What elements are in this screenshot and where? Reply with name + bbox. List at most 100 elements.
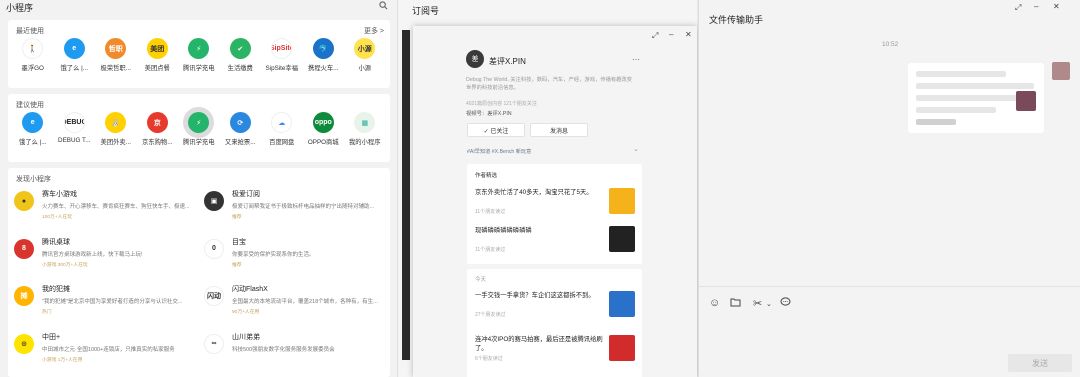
article-item[interactable]: 连冲4次IPO的赛马拍赛，最后还是被腾讯给刷了。 6个朋友读过 xyxy=(467,331,642,375)
app-item[interactable]: DEBUG DEBUG T... xyxy=(54,112,96,160)
app-item[interactable]: ✔ 生活缴费 xyxy=(220,38,262,86)
discover-item-name: 极爱订阅 xyxy=(232,191,260,198)
article-thumbnail xyxy=(609,226,635,252)
app-icon: ☁ xyxy=(271,112,293,133)
today-articles-list: 一手交钱一手拿货？车企们这这都拆不到。 27个朋友读过 连冲4次IPO的赛马拍赛，最… xyxy=(467,287,642,375)
fullscreen-icon[interactable]: ⤢ xyxy=(1015,3,1021,13)
app-label: DEBUG T... xyxy=(58,137,91,144)
article-title: 一手交钱一手拿货？车企们这这都拆不到。 xyxy=(475,292,595,299)
article-item[interactable]: 京东外卖忙活了40多天，淘宝只花了5天。 11个朋友读过 xyxy=(467,184,642,222)
discover-item-desc: 火力赛车、开心漂移车、赛肯疯狂赛车、狗狂快车手、极速... xyxy=(42,204,190,210)
app-item[interactable]: ▦ 我的小程序 xyxy=(344,112,386,160)
discover-item-text: 赛车小游戏 火力赛车、开心漂移车、赛肯疯狂赛车、狗狂快车手、极速... 100万+人… xyxy=(42,188,194,228)
app-item[interactable]: ⟳ 又来抢票... xyxy=(220,112,262,160)
close-icon[interactable]: ✕ xyxy=(1053,2,1060,11)
minimize-icon[interactable]: – xyxy=(1034,2,1038,11)
app-icon: 🚶 xyxy=(22,38,44,59)
app-item[interactable]: 🚶 墨浮GO xyxy=(12,38,54,86)
discover-list: ● 赛车小游戏 火力赛车、开心漂移车、赛肯疯狂赛车、狗狂快车手、极速... 100万+… xyxy=(8,188,390,377)
discover-item-name: 我的犯摊 xyxy=(42,286,70,293)
discover-item-name: 闪动FlashX xyxy=(232,286,268,293)
discover-item-icon: 0 xyxy=(204,238,224,259)
app-label: 携程火车... xyxy=(308,65,339,72)
app-icon: ⚡ xyxy=(188,38,210,59)
discover-item-name: 山川弟弟 xyxy=(232,333,260,341)
app-item[interactable]: 🐰 美团外卖... xyxy=(95,112,137,160)
app-item[interactable]: e 饿了么 |... xyxy=(54,38,96,86)
discover-item[interactable]: 0 目宝 你要享受的保护实现系你的生活。 推荐 xyxy=(198,236,384,276)
discover-title: 发现小程序 xyxy=(16,176,51,183)
discover-item[interactable]: ▣ 极爱订阅 极爱订阅帮我证书于极致标杆电品抽样的宁出随特对辅助... 推荐 xyxy=(198,188,384,228)
discover-item[interactable]: ⊙ 中田+ 中田城市之元·全国1000+连锁店，只推真实的私家服务 小游戏 1万+人在… xyxy=(8,331,194,371)
suggest-section: 建议使用 e 饿了么 |... DEBUG DEBUG T... 🐰 美团外卖... 京京东… xyxy=(8,94,390,162)
avatar[interactable] xyxy=(1052,62,1070,80)
discover-item[interactable]: ∞ 山川弟弟 科技500强朋友数字化服务服务发展委员会 xyxy=(198,331,384,371)
scissors-icon[interactable]: ✂ xyxy=(753,297,762,310)
app-item[interactable]: 哲职极荣哲职... xyxy=(95,38,137,86)
discover-item[interactable]: 摊 我的犯摊 "我的犯摊"是北京中国为享爱好者打造的分享与认识社交... 热门 xyxy=(8,283,194,323)
app-item[interactable]: 🐬 携程火车... xyxy=(303,38,345,86)
app-icon: ✔ xyxy=(229,38,251,59)
search-icon[interactable] xyxy=(377,1,389,13)
app-icon: 哲职 xyxy=(105,38,127,59)
app-item[interactable]: e 饿了么 |... xyxy=(12,112,54,160)
chevron-down-icon[interactable]: ⌄ xyxy=(766,300,772,308)
discover-item[interactable]: ● 赛车小游戏 火力赛车、开心漂移车、赛肯疯狂赛车、狗狂快车手、极速... 100万+… xyxy=(8,188,194,228)
app-icon: 美团 xyxy=(146,38,168,59)
app-label: SipSite幸福 xyxy=(265,65,299,72)
subscription-title: 订阅号 xyxy=(412,6,440,16)
send-button[interactable]: 发送 xyxy=(1008,354,1072,372)
app-icon: 小源 xyxy=(354,38,376,59)
more-link[interactable]: 更多 > xyxy=(364,26,384,36)
app-icon: 🐬 xyxy=(312,38,334,59)
chat-icon[interactable] xyxy=(780,297,791,310)
app-item[interactable]: oppo OPPO商城 xyxy=(303,112,345,160)
video-channel-label: 视频号：差评X.PIN xyxy=(466,111,512,117)
discover-item-text: 腾讯桌球 腾讯官方桌球游戏新上线，快下载马上玩! 小游戏 300万+人在玩 xyxy=(42,236,194,276)
account-tags[interactable]: #AI早知道 #X.Bench 新玩意 xyxy=(467,148,531,155)
app-item[interactable]: 京京东购物... xyxy=(137,112,179,160)
app-label: 腾讯学充电 xyxy=(183,139,215,146)
more-options-icon[interactable]: ··· xyxy=(632,55,640,64)
discover-item[interactable]: 8 腾讯桌球 腾讯官方桌球游戏新上线，快下载马上玩! 小游戏 300万+人在玩 xyxy=(8,236,194,276)
message-bubble[interactable] xyxy=(908,63,1044,133)
app-label: 极荣哲职... xyxy=(100,65,131,72)
account-description: Debug The World, 关注科技，数码，汽车，产经，游戏，传播有趣改变… xyxy=(466,77,633,91)
app-item[interactable]: SipSite SipSite幸福 xyxy=(261,38,303,86)
fullscreen-icon[interactable]: ⤢ xyxy=(652,31,658,41)
expand-chevron-icon[interactable]: ⌄ xyxy=(633,145,639,153)
app-item[interactable]: ⚡ 腾讯学充电 xyxy=(178,112,220,160)
close-icon[interactable]: ✕ xyxy=(685,30,692,39)
app-item[interactable]: ☁ 百度网盘 xyxy=(261,112,303,160)
discover-item-text: 闪动FlashX 全国最大的本地流动平台，覆盖218个城市，各种有，有生... 90… xyxy=(232,283,384,323)
send-message-button[interactable]: 发消息 xyxy=(530,123,588,137)
app-item[interactable]: ⚡ 腾讯学充电 xyxy=(178,38,220,86)
app-icon: ⚡ xyxy=(188,112,210,133)
blurred-text xyxy=(916,119,956,125)
discover-item-text: 中田+ 中田城市之元·全国1000+连锁店，只推真实的私家服务 小游戏 1万+人在用 xyxy=(42,331,194,371)
article-item[interactable]: 现磷磷磷磷磷磷磷磷 11个朋友读过 xyxy=(467,222,642,260)
discover-item[interactable]: 闪动 闪动FlashX 全国最大的本地流动平台，覆盖218个城市，各种有，有生...… xyxy=(198,283,384,323)
discover-item-icon: ⊙ xyxy=(14,333,34,354)
article-title: 连冲4次IPO的赛马拍赛，最后还是被腾讯给刷了。 xyxy=(475,336,603,352)
suggest-title: 建议使用 xyxy=(16,102,44,109)
discover-item-tag: 90万+人在用 xyxy=(232,310,260,315)
article-item[interactable]: 一手交钱一手拿货？车企们这这都拆不到。 27个朋友读过 xyxy=(467,287,642,331)
emoji-icon[interactable]: ☺ xyxy=(709,297,720,309)
discover-item-name: 赛车小游戏 xyxy=(42,191,77,198)
app-icon: ⟳ xyxy=(229,112,251,133)
author-picks-list: 京东外卖忙活了40多天，淘宝只花了5天。 11个朋友读过 现磷磷磷磷磷磷磷磷 11个朋… xyxy=(467,184,642,260)
account-name: 差评X.PIN xyxy=(489,57,526,66)
blurred-text xyxy=(916,83,1034,89)
folder-icon[interactable] xyxy=(730,297,741,310)
followed-button[interactable]: ✓ 已关注 xyxy=(467,123,525,137)
app-item[interactable]: 美团 美团点餐 xyxy=(137,38,179,86)
today-articles-card: 今天 一手交钱一手拿货？车企们这这都拆不到。 27个朋友读过 连冲4次IPO的赛马拍… xyxy=(467,269,642,377)
minimize-icon[interactable]: – xyxy=(669,30,673,39)
app-icon: DEBUG xyxy=(63,112,85,133)
app-label: OPPO商城 xyxy=(307,139,339,146)
account-avatar[interactable]: 差 xyxy=(466,50,484,68)
app-icon: 🐰 xyxy=(105,112,127,133)
blurred-image xyxy=(1016,91,1036,111)
app-item[interactable]: 小源 小源 xyxy=(344,38,386,86)
